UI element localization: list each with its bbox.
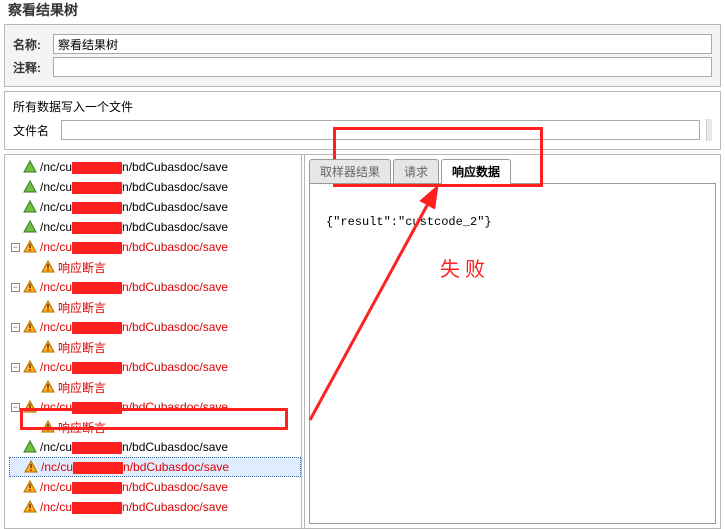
tree-toggle-icon[interactable]: − xyxy=(11,363,20,372)
tree-node-label: /nc/cun/bdCubasdoc/save xyxy=(40,220,228,234)
file-panel-title: 所有数据写入一个文件 xyxy=(13,98,712,115)
results-tree[interactable]: /nc/cun/bdCubasdoc/save/nc/cun/bdCubasdo… xyxy=(5,157,301,517)
tree-node-label: /nc/cun/bdCubasdoc/save xyxy=(40,360,228,374)
success-icon xyxy=(23,440,37,454)
tree-node-label: /nc/cun/bdCubasdoc/save xyxy=(40,500,228,514)
tree-node-label: /nc/cun/bdCubasdoc/save xyxy=(40,240,228,254)
tree-node-label: /nc/cun/bdCubasdoc/save xyxy=(40,280,228,294)
tree-toggle-icon[interactable]: − xyxy=(11,323,20,332)
success-icon xyxy=(23,200,37,214)
tree-node[interactable]: − /nc/cun/bdCubasdoc/save xyxy=(9,357,301,377)
warning-icon xyxy=(24,460,38,474)
tree-node[interactable]: − /nc/cun/bdCubasdoc/save xyxy=(9,277,301,297)
tree-node-label: /nc/cun/bdCubasdoc/save xyxy=(40,180,228,194)
assertion-label: 响应断言 xyxy=(58,419,106,436)
detail-panel: 取样器结果 请求 响应数据 {"result":"custcode_2"} xyxy=(305,155,720,528)
success-icon xyxy=(23,160,37,174)
tree-node[interactable]: /nc/cun/bdCubasdoc/save xyxy=(9,157,301,177)
tab-bar: 取样器结果 请求 响应数据 xyxy=(309,159,716,184)
tree-node[interactable]: − /nc/cun/bdCubasdoc/save xyxy=(9,317,301,337)
warning-icon xyxy=(41,380,55,394)
tree-toggle-leaf xyxy=(29,263,38,272)
tree-node[interactable]: /nc/cun/bdCubasdoc/save xyxy=(9,497,301,517)
tree-node-assertion[interactable]: 响应断言 xyxy=(27,377,301,397)
tree-toggle-leaf xyxy=(11,183,20,192)
tab-request[interactable]: 请求 xyxy=(393,159,439,184)
warning-icon xyxy=(23,240,37,254)
tab-response-data[interactable]: 响应数据 xyxy=(441,159,511,184)
tree-node-assertion[interactable]: 响应断言 xyxy=(27,257,301,277)
tree-node[interactable]: /nc/cun/bdCubasdoc/save xyxy=(9,477,301,497)
results-tree-panel[interactable]: /nc/cun/bdCubasdoc/save/nc/cun/bdCubasdo… xyxy=(5,155,305,528)
tree-toggle-icon[interactable]: − xyxy=(11,243,20,252)
tree-node[interactable]: /nc/cun/bdCubasdoc/save xyxy=(9,177,301,197)
tree-node-label: /nc/cun/bdCubasdoc/save xyxy=(40,160,228,174)
warning-icon xyxy=(41,420,55,434)
tree-toggle-icon[interactable]: − xyxy=(11,403,20,412)
tree-node-label: /nc/cun/bdCubasdoc/save xyxy=(40,320,228,334)
response-data-area[interactable]: {"result":"custcode_2"} xyxy=(309,183,716,524)
tree-toggle-leaf xyxy=(11,203,20,212)
response-body-text: {"result":"custcode_2"} xyxy=(326,215,492,229)
tree-toggle-leaf xyxy=(29,423,38,432)
tree-toggle-leaf xyxy=(11,483,20,492)
tree-toggle-leaf xyxy=(11,223,20,232)
tree-toggle-leaf xyxy=(11,443,20,452)
filename-input[interactable] xyxy=(61,120,700,140)
success-icon xyxy=(23,220,37,234)
tree-node[interactable]: /nc/cun/bdCubasdoc/save xyxy=(9,217,301,237)
tree-toggle-leaf xyxy=(12,463,21,472)
filename-label: 文件名 xyxy=(13,122,55,139)
split-pane: /nc/cun/bdCubasdoc/save/nc/cun/bdCubasdo… xyxy=(4,154,721,529)
tree-node[interactable]: /nc/cun/bdCubasdoc/save xyxy=(9,457,301,477)
warning-icon xyxy=(23,280,37,294)
tree-toggle-leaf xyxy=(11,163,20,172)
tree-node[interactable]: /nc/cun/bdCubasdoc/save xyxy=(9,437,301,457)
comment-input[interactable] xyxy=(53,57,712,77)
warning-icon xyxy=(23,320,37,334)
file-panel: 所有数据写入一个文件 文件名 xyxy=(4,91,721,150)
browse-button[interactable] xyxy=(706,119,712,141)
tree-node-label: /nc/cun/bdCubasdoc/save xyxy=(40,480,228,494)
tree-node-label: /nc/cun/bdCubasdoc/save xyxy=(41,460,229,474)
tree-toggle-leaf xyxy=(11,503,20,512)
warning-icon xyxy=(23,480,37,494)
name-label: 名称: xyxy=(13,36,53,53)
tree-node-label: /nc/cun/bdCubasdoc/save xyxy=(40,400,228,414)
warning-icon xyxy=(41,300,55,314)
warning-icon xyxy=(23,360,37,374)
tree-toggle-leaf xyxy=(29,343,38,352)
tree-toggle-leaf xyxy=(29,303,38,312)
tree-toggle-leaf xyxy=(29,383,38,392)
assertion-label: 响应断言 xyxy=(58,259,106,276)
warning-icon xyxy=(41,340,55,354)
success-icon xyxy=(23,180,37,194)
tab-sampler-result[interactable]: 取样器结果 xyxy=(309,159,391,184)
tree-node-label: /nc/cun/bdCubasdoc/save xyxy=(40,440,228,454)
tree-node[interactable]: /nc/cun/bdCubasdoc/save xyxy=(9,197,301,217)
dialog-title: 察看结果树 xyxy=(0,0,725,20)
assertion-label: 响应断言 xyxy=(58,379,106,396)
form-panel: 名称: 注释: xyxy=(4,24,721,87)
tree-node-label: /nc/cun/bdCubasdoc/save xyxy=(40,200,228,214)
warning-icon xyxy=(23,400,37,414)
tree-toggle-icon[interactable]: − xyxy=(11,283,20,292)
tree-node-assertion[interactable]: 响应断言 xyxy=(27,337,301,357)
tree-node-assertion[interactable]: 响应断言 xyxy=(27,297,301,317)
tree-node[interactable]: − /nc/cun/bdCubasdoc/save xyxy=(9,237,301,257)
name-input[interactable] xyxy=(53,34,712,54)
comment-label: 注释: xyxy=(13,59,53,76)
assertion-label: 响应断言 xyxy=(58,299,106,316)
warning-icon xyxy=(41,260,55,274)
tree-node[interactable]: − /nc/cun/bdCubasdoc/save xyxy=(9,397,301,417)
tree-node-assertion[interactable]: 响应断言 xyxy=(27,417,301,437)
assertion-label: 响应断言 xyxy=(58,339,106,356)
warning-icon xyxy=(23,500,37,514)
